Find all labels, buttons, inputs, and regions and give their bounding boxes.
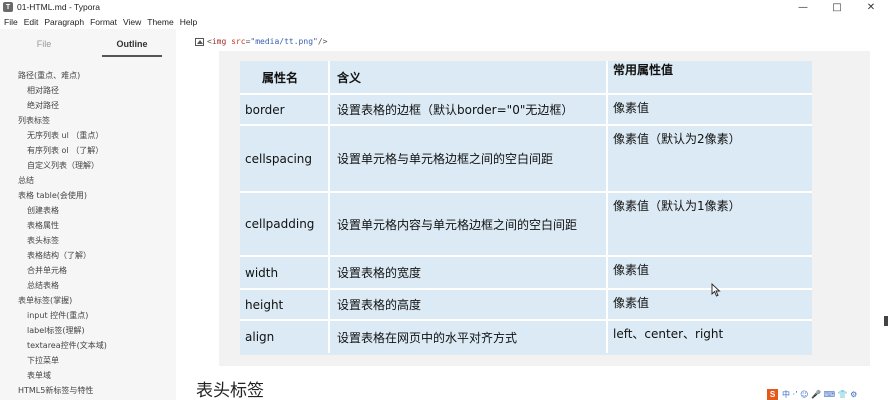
table-row: height 设置表格的高度 像素值	[240, 289, 812, 320]
img-src-value: "media/tt.png"	[250, 37, 318, 46]
header-name: 属性名	[240, 61, 330, 94]
outline-item[interactable]: 合并单元格	[0, 263, 176, 278]
minimize-button[interactable]: —	[786, 0, 820, 14]
outline-item[interactable]: label标签(理解)	[0, 323, 176, 338]
menu-file[interactable]: File	[4, 17, 18, 27]
img-src-attr: src	[231, 37, 246, 46]
row-name: height	[240, 289, 330, 320]
outline-item[interactable]: HTML5新标签与特性	[0, 383, 176, 398]
row-name: align	[240, 320, 330, 353]
menu-help[interactable]: Help	[180, 17, 197, 27]
ime-toolbar[interactable]: S 中 ·’ ☺ 🎤 ⌨ 👕 ⚙	[767, 388, 867, 400]
menu-format[interactable]: Format	[90, 17, 117, 27]
menu-theme[interactable]: Theme	[147, 17, 173, 27]
row-meaning: 设置表格的宽度	[329, 256, 608, 289]
row-value: left、center、right	[613, 327, 724, 341]
outline-item[interactable]: 表单域	[0, 368, 176, 383]
sidebar: File Outline 路径(重点、难点) 相对路径 绝对路径 列表标签 无序列表 u…	[0, 29, 176, 400]
table-row: cellspacing 设置单元格与单元格边框之间的空白间距 像素值（默认为2像…	[240, 125, 812, 192]
outline-item[interactable]: 创建表格	[0, 203, 176, 218]
typora-app-icon: T	[3, 2, 13, 12]
image-source-line[interactable]: < img src = "media/tt.png" />	[195, 37, 327, 46]
section-heading[interactable]: 表头标签	[196, 376, 264, 400]
row-name: cellpadding	[240, 192, 330, 256]
window-controls: — □ ✕	[786, 0, 888, 14]
outline-item[interactable]: 总结	[0, 173, 176, 188]
row-value: 像素值	[613, 101, 650, 115]
outline-item[interactable]: 列表标签	[0, 113, 176, 128]
row-name: width	[240, 256, 330, 289]
outline-item[interactable]: 表格 table(会使用)	[0, 188, 176, 203]
tab-outline[interactable]: Outline	[88, 29, 176, 59]
outline-item[interactable]: 下拉菜单	[0, 353, 176, 368]
outline-item[interactable]: 绝对路径	[0, 98, 176, 113]
tab-file[interactable]: File	[0, 29, 88, 59]
outline-item[interactable]: 无序列表 ul （重点）	[0, 128, 176, 143]
row-value: 像素值	[613, 263, 650, 277]
table-row: cellpadding 设置单元格内容与单元格边框之间的空白间距 像素值（默认为…	[240, 192, 812, 256]
outline-list: 路径(重点、难点) 相对路径 绝对路径 列表标签 无序列表 ul （重点） 有序列表 ol…	[0, 59, 176, 398]
scrollbar-thumb[interactable]	[884, 316, 888, 326]
editor-area[interactable]: < img src = "media/tt.png" /> 属性名 含义 常用属性值 …	[176, 29, 888, 400]
ime-logo-icon: S	[767, 388, 778, 400]
outline-item[interactable]: textarea控件(文本域)	[0, 338, 176, 353]
row-meaning: 设置表格的高度	[329, 289, 608, 320]
outline-item[interactable]: 有序列表 ol （了解）	[0, 143, 176, 158]
outline-item[interactable]: 总结表格	[0, 278, 176, 293]
window-title: 01-HTML.md - Typora	[17, 2, 100, 12]
row-meaning: 设置表格在网页中的水平对齐方式	[329, 320, 608, 353]
title-bar: T 01-HTML.md - Typora — □ ✕	[0, 0, 888, 14]
row-value: 像素值	[613, 296, 650, 310]
image-icon	[195, 37, 204, 46]
outline-item[interactable]: 路径(重点、难点)	[0, 68, 176, 83]
row-name: border	[240, 94, 330, 125]
maximize-button[interactable]: □	[820, 0, 854, 14]
row-meaning: 设置单元格与单元格边框之间的空白间距	[329, 125, 608, 192]
table-row: align 设置表格在网页中的水平对齐方式 left、center、right	[240, 320, 812, 353]
embedded-image: 属性名 含义 常用属性值 border 设置表格的边框（默认border="0"…	[219, 51, 870, 366]
ime-toolbar-icons[interactable]: 中 ·’ ☺ 🎤 ⌨ 👕 ⚙	[782, 389, 857, 400]
menu-bar: File Edit Paragraph Format View Theme He…	[0, 14, 888, 29]
outline-item[interactable]: 表格结构（了解）	[0, 248, 176, 263]
row-value: 像素值（默认为2像素）	[613, 132, 741, 146]
row-meaning: 设置表格的边框（默认border="0"无边框）	[329, 94, 608, 125]
mouse-cursor-icon	[711, 283, 721, 297]
img-tag: img	[211, 37, 227, 46]
outline-item[interactable]: 表头标签	[0, 233, 176, 248]
header-values: 常用属性值	[613, 63, 674, 77]
outline-item[interactable]: 自定义列表（理解）	[0, 158, 176, 173]
outline-item[interactable]: 表格属性	[0, 218, 176, 233]
outline-item[interactable]: input 控件(重点)	[0, 308, 176, 323]
table-properties: 属性名 含义 常用属性值 border 设置表格的边框（默认border="0"…	[240, 61, 812, 353]
img-close: />	[317, 37, 328, 46]
table-row: width 设置表格的宽度 像素值	[240, 256, 812, 289]
outline-item[interactable]: 相对路径	[0, 83, 176, 98]
menu-view[interactable]: View	[123, 17, 141, 27]
row-meaning: 设置单元格内容与单元格边框之间的空白间距	[329, 192, 608, 256]
properties-table-image: 属性名 含义 常用属性值 border 设置表格的边框（默认border="0"…	[240, 61, 812, 355]
row-name: cellspacing	[240, 125, 330, 192]
row-value: 像素值（默认为1像素）	[613, 199, 741, 213]
close-button[interactable]: ✕	[854, 0, 888, 14]
table-header-row: 属性名 含义 常用属性值	[240, 61, 812, 94]
table-row: border 设置表格的边框（默认border="0"无边框） 像素值	[240, 94, 812, 125]
menu-paragraph[interactable]: Paragraph	[44, 17, 84, 27]
header-meaning: 含义	[329, 61, 608, 94]
outline-item[interactable]: 表单标签(掌握)	[0, 293, 176, 308]
sidebar-tabs: File Outline	[0, 29, 176, 59]
menu-edit[interactable]: Edit	[24, 17, 39, 27]
